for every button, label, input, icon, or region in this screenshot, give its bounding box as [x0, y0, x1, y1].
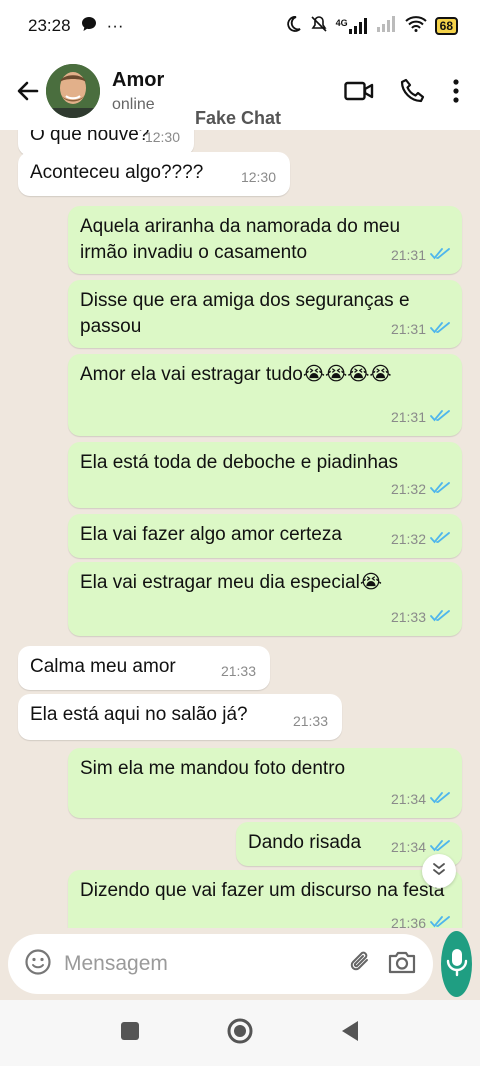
- message-time: 21:34: [390, 791, 426, 807]
- message-meta: 21:31: [391, 242, 450, 268]
- status-more: ···: [106, 16, 124, 35]
- message-input-pill: [8, 934, 433, 994]
- message-time: 12:30: [240, 169, 276, 185]
- status-bar: 23:28 ··· 4G 68: [0, 0, 480, 52]
- signal-icon: 4G: [336, 18, 369, 34]
- message-outgoing[interactable]: Amor ela vai estragar tudo😭😭😭😭 21:31: [68, 354, 462, 436]
- message-time: 21:31: [390, 409, 426, 425]
- arrow-left-icon[interactable]: [6, 69, 50, 113]
- status-time: 23:28: [28, 16, 71, 35]
- message-time: 12:30: [144, 130, 180, 145]
- message-outgoing[interactable]: Disse que era amiga dos seguranças e pas…: [68, 280, 462, 348]
- input-bar: [0, 928, 480, 1000]
- message-text: Dizendo que vai fazer um discurso na fes…: [80, 880, 445, 901]
- microphone-button[interactable]: [441, 931, 472, 997]
- more-vertical-icon[interactable]: [452, 78, 460, 104]
- battery-indicator: 68: [434, 17, 458, 35]
- message-meta: 21:33: [293, 708, 328, 734]
- read-ticks-icon: [430, 316, 450, 342]
- camera-icon[interactable]: [387, 949, 417, 980]
- emoji-icon[interactable]: [24, 948, 52, 981]
- network-type: 4G: [335, 18, 348, 28]
- header-actions: [344, 78, 460, 104]
- message-text: Ela vai estragar meu dia especial😭: [80, 572, 383, 593]
- avatar[interactable]: [46, 64, 100, 118]
- paperclip-icon[interactable]: [347, 948, 375, 981]
- contact-info[interactable]: Amor online: [112, 69, 344, 114]
- read-ticks-icon: [430, 526, 450, 552]
- double-chevron-down-icon: [431, 861, 447, 882]
- mute-bell-icon: [310, 15, 328, 38]
- microphone-icon: [445, 947, 469, 982]
- message-meta: 21:36: [391, 910, 450, 928]
- message-incoming[interactable]: Aconteceu algo???? 12:30: [18, 152, 290, 196]
- message-meta: 12:30: [145, 130, 180, 150]
- read-ticks-icon: [430, 404, 450, 430]
- message-meta: 21:32: [391, 526, 450, 552]
- message-meta: 21:34: [391, 786, 450, 812]
- message-meta: 21:31: [391, 316, 450, 342]
- message-outgoing[interactable]: Dizendo que vai fazer um discurso na fes…: [68, 870, 462, 928]
- scroll-down-button[interactable]: [422, 854, 456, 888]
- back-button[interactable]: [340, 1020, 360, 1047]
- moon-icon: [284, 15, 302, 38]
- message-text: Sim ela me mandou foto dentro: [80, 758, 346, 779]
- chat-area[interactable]: O que houve? 12:30 Aconteceu algo???? 12…: [0, 130, 480, 928]
- message-input[interactable]: [64, 952, 335, 976]
- message-time: 21:31: [390, 247, 426, 263]
- message-time: 21:36: [390, 915, 426, 928]
- signal-weak-icon: [376, 15, 397, 37]
- message-meta: 21:33: [221, 658, 256, 684]
- message-time: 21:33: [390, 609, 426, 625]
- read-ticks-icon: [430, 786, 450, 812]
- message-meta: 12:30: [241, 164, 276, 190]
- read-ticks-icon: [430, 910, 450, 928]
- message-outgoing[interactable]: Aquela ariranha da namorada do meu irmão…: [68, 206, 462, 274]
- message-meta: 21:31: [391, 404, 450, 430]
- message-time: 21:33: [220, 663, 256, 679]
- message-incoming[interactable]: Calma meu amor 21:33: [18, 646, 270, 690]
- message-text: Amor ela vai estragar tudo😭😭😭😭: [80, 364, 392, 385]
- phone-icon[interactable]: [400, 78, 426, 104]
- message-incoming[interactable]: Ela está aqui no salão já? 21:33: [18, 694, 342, 740]
- watermark-label: Fake Chat: [195, 108, 282, 128]
- message-time: 21:32: [390, 531, 426, 547]
- message-text: Ela está toda de deboche e piadinhas: [80, 452, 398, 473]
- wifi-icon: [404, 15, 427, 37]
- message-meta: 21:32: [391, 476, 450, 502]
- message-time: 21:32: [390, 481, 426, 497]
- message-time: 21:33: [292, 713, 328, 729]
- chat-notification-icon: [81, 16, 97, 37]
- recent-apps-button[interactable]: [120, 1021, 140, 1046]
- message-outgoing[interactable]: Sim ela me mandou foto dentro 21:34: [68, 748, 462, 818]
- message-outgoing[interactable]: Ela vai estragar meu dia especial😭 21:33: [68, 562, 462, 636]
- read-ticks-icon: [430, 476, 450, 502]
- video-call-icon[interactable]: [344, 79, 374, 103]
- read-ticks-icon: [430, 604, 450, 630]
- system-nav-bar: [0, 1000, 480, 1066]
- home-button[interactable]: [226, 1017, 254, 1050]
- message-time: 21:34: [390, 839, 426, 855]
- message-time: 21:31: [390, 321, 426, 337]
- message-outgoing[interactable]: Ela está toda de deboche e piadinhas 21:…: [68, 442, 462, 508]
- contact-name: Amor: [112, 68, 165, 91]
- read-ticks-icon: [430, 242, 450, 268]
- message-outgoing[interactable]: Ela vai fazer algo amor certeza 21:32: [68, 514, 462, 558]
- message-text: Ela está aqui no salão já?: [30, 704, 248, 725]
- message-meta: 21:33: [391, 604, 450, 630]
